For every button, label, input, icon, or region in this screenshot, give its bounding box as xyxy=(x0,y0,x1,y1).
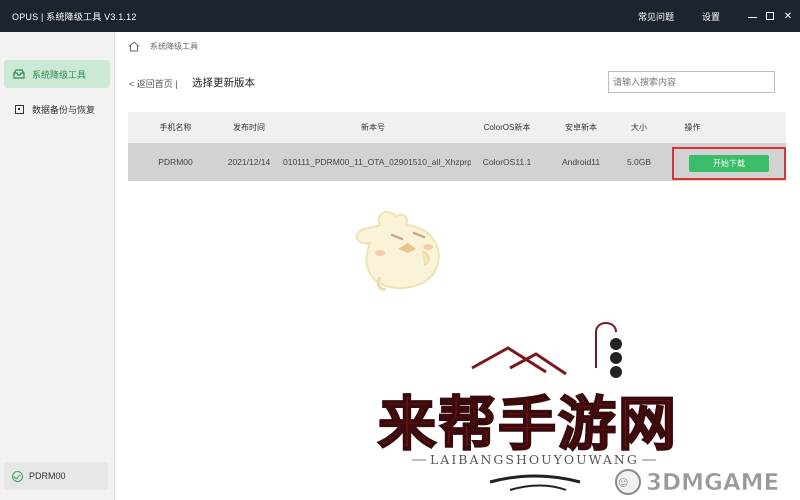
version-table: 手机名称 发布时间 新本号 ColorOS新本 安卓新本 大小 操作 PDRM0… xyxy=(128,112,786,181)
cell-device: PDRM00 xyxy=(158,157,193,167)
header-action: 操作 xyxy=(684,123,701,132)
start-download-button[interactable]: 开始下载 xyxy=(689,155,769,172)
device-name: PDRM00 xyxy=(29,471,66,481)
header-coloros: ColorOS新本 xyxy=(483,123,531,132)
table-header: 手机名称 发布时间 新本号 ColorOS新本 安卓新本 大小 操作 xyxy=(128,112,786,143)
downgrade-icon xyxy=(12,69,26,79)
breadcrumb-label: 系统降级工具 xyxy=(150,41,198,51)
settings-menu[interactable]: 设置 xyxy=(702,0,720,32)
sidebar-item-backup[interactable]: 数据备份与恢复 xyxy=(4,95,110,123)
app-title: OPUS | 系统降级工具 V3.1.12 xyxy=(12,11,137,22)
close-button[interactable]: ✕ xyxy=(778,0,798,32)
header-android: 安卓新本 xyxy=(565,123,597,132)
sidebar-item-label: 数据备份与恢复 xyxy=(32,104,96,115)
back-home-link[interactable]: < 返回首页 | xyxy=(129,77,178,90)
maximize-button[interactable] xyxy=(760,0,780,32)
check-circle-icon xyxy=(12,470,23,482)
close-icon: ✕ xyxy=(783,10,793,22)
minimize-button[interactable] xyxy=(742,0,762,32)
minimize-icon xyxy=(747,17,757,18)
header-size: 大小 xyxy=(631,123,647,132)
sidebar: 系统降级工具 数据备份与恢复 PDRM00 xyxy=(0,32,115,500)
sidebar-item-downgrade[interactable]: 系统降级工具 xyxy=(4,60,110,88)
breadcrumb: 系统降级工具 xyxy=(128,40,198,52)
cell-size: 5.0GB xyxy=(626,157,652,167)
watermark-brand-text: 3DMGAME xyxy=(646,470,779,496)
cell-date: 2021/12/14 xyxy=(227,157,271,167)
header-device: 手机名称 xyxy=(159,123,192,132)
backup-icon xyxy=(12,104,26,114)
sidebar-item-label: 系统降级工具 xyxy=(32,69,87,80)
watermark-logo: 来帮手游网 LAIBANGSHOUYOUWANG ☺ 3DMGAME xyxy=(377,322,780,496)
home-icon[interactable] xyxy=(128,40,140,52)
svg-text:☺: ☺ xyxy=(618,478,628,489)
watermark-en-text: LAIBANGSHOUYOUWANG xyxy=(430,452,639,467)
page-title: 选择更新版本 xyxy=(192,77,255,89)
maximize-icon xyxy=(766,12,774,20)
cell-version: 010111_PDRM00_11_OTA_02901510_all_Xhzprp… xyxy=(283,157,471,167)
title-bar: OPUS | 系统降级工具 V3.1.12 xyxy=(0,0,800,32)
header-version: 新本号 xyxy=(361,123,385,132)
device-status[interactable]: PDRM00 xyxy=(4,462,108,490)
download-highlight: 开始下载 xyxy=(672,147,786,180)
cell-coloros: ColorOS11.1 xyxy=(482,157,532,167)
cell-android: Android11 xyxy=(561,157,601,167)
mascot-illustration xyxy=(355,210,440,291)
header-date: 发布时间 xyxy=(233,123,265,132)
search-input[interactable] xyxy=(608,71,775,93)
watermark-cn-text: 来帮手游网 xyxy=(378,390,678,458)
faq-menu[interactable]: 常见问题 xyxy=(638,0,674,32)
